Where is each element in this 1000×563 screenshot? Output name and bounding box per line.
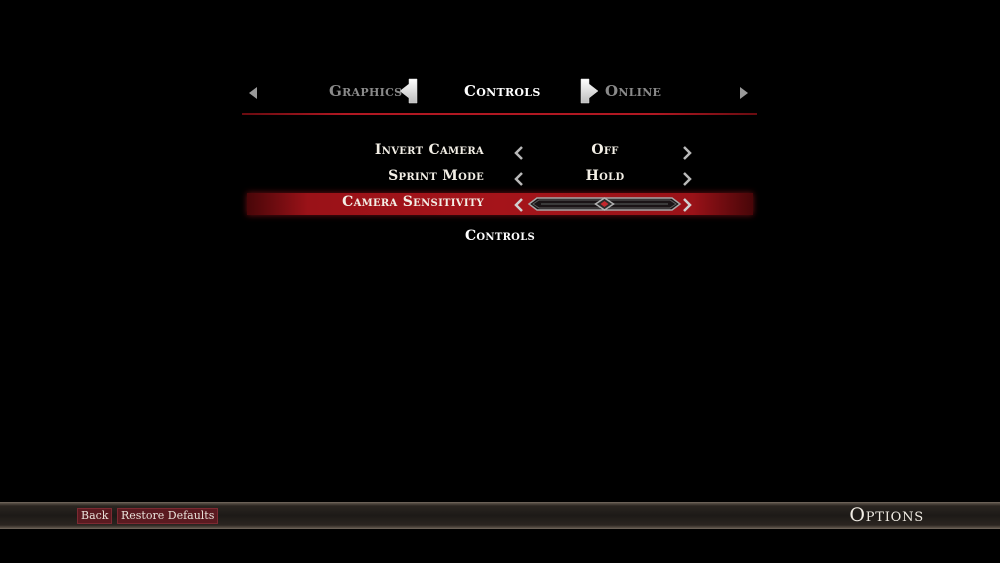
camera-sensitivity-slider[interactable] — [527, 196, 682, 212]
back-button[interactable]: Back — [77, 508, 113, 524]
tab-graphics[interactable]: Graphics — [329, 82, 402, 100]
setting-value: Off — [591, 142, 619, 158]
chevron-left-icon[interactable] — [514, 171, 524, 186]
setting-row-invert-camera[interactable]: Invert Camera Off — [247, 141, 753, 163]
footer-bar: Back Restore Defaults Options — [0, 502, 1000, 529]
section-label: Controls — [464, 228, 536, 244]
tab-divider — [242, 113, 757, 115]
setting-label: Invert Camera — [374, 142, 484, 158]
tab-bar: Graphics Controls Online — [242, 72, 757, 112]
tab-controls[interactable]: Controls — [464, 82, 541, 100]
restore-defaults-button[interactable]: Restore Defaults — [117, 508, 219, 524]
tab-prev-arrow-icon[interactable] — [399, 78, 419, 108]
setting-value: Hold — [585, 168, 625, 184]
tab-next-arrow-icon[interactable] — [579, 78, 599, 108]
tab-online[interactable]: Online — [605, 82, 661, 100]
screen-title: Options — [849, 504, 924, 526]
setting-label: Sprint Mode — [388, 168, 484, 184]
setting-label: Camera Sensitivity — [342, 194, 484, 210]
chevron-left-icon[interactable] — [514, 145, 524, 160]
setting-row-sprint-mode[interactable]: Sprint Mode Hold — [247, 167, 753, 189]
tab-scroll-right-icon[interactable] — [739, 84, 749, 103]
chevron-left-icon[interactable] — [514, 197, 524, 212]
chevron-right-icon[interactable] — [682, 145, 692, 160]
chevron-right-icon[interactable] — [682, 171, 692, 186]
setting-row-camera-sensitivity[interactable]: Camera Sensitivity — [247, 193, 753, 215]
chevron-right-icon[interactable] — [682, 197, 692, 212]
tab-scroll-left-icon[interactable] — [248, 84, 258, 103]
